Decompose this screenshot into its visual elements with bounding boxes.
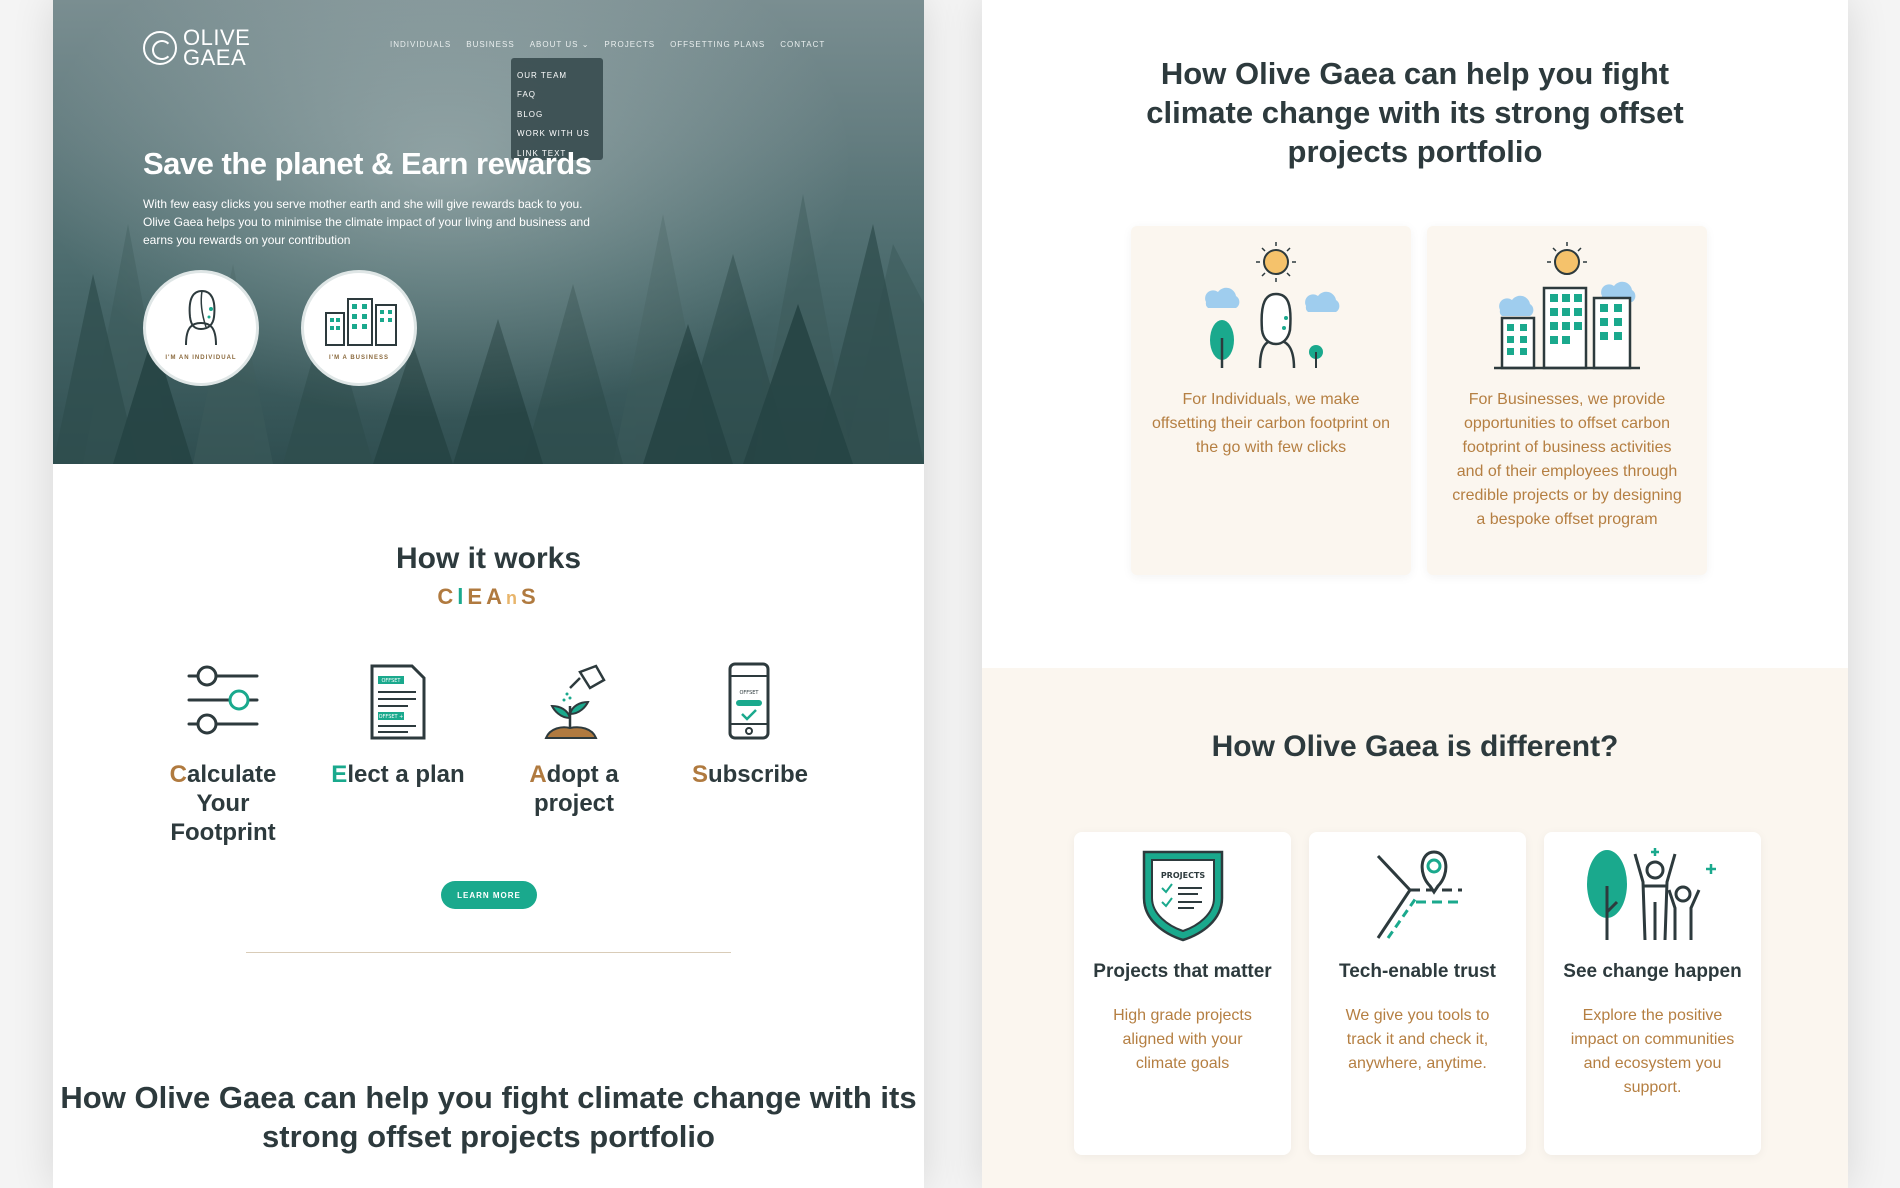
hero-section: OLIVE GAEA INDIVIDUALS BUSINESS ABOUT US… — [53, 0, 924, 464]
acronym-letter: l — [457, 584, 468, 609]
acronym-letter: S — [520, 584, 540, 609]
step-subscribe: OFFSET Subscribe — [675, 662, 825, 789]
nav-contact[interactable]: CONTACT — [780, 40, 825, 49]
section-divider — [246, 952, 731, 953]
logo-mark-icon — [143, 31, 177, 65]
step-initial: S — [691, 761, 708, 788]
plan-badge-1-text: OFFSET — [382, 678, 402, 684]
nav-business[interactable]: BUSINESS — [466, 40, 514, 49]
individual-cta-label: I'M AN INDIVIDUAL — [165, 355, 237, 361]
see-change-happen-card: See change happen Explore the positive i… — [1544, 832, 1761, 1155]
tech-card-title: Tech-enable trust — [1339, 961, 1496, 982]
learn-more-button[interactable]: LEARN MORE — [441, 881, 537, 909]
step-initial: E — [331, 761, 348, 788]
business-buildings-icon — [325, 298, 397, 346]
different-title: How Olive Gaea is different? — [1211, 730, 1619, 763]
shield-label-text: PROJECTS — [1160, 871, 1205, 880]
businesses-offer-text: For Businesses, we provide opportunities… — [1452, 391, 1682, 528]
individuals-offer-text: For Individuals, we make offsetting thei… — [1151, 391, 1391, 456]
businesses-offer-card: For Businesses, we provide opportunities… — [1427, 226, 1707, 575]
step-calculate: Calculate Your Footprint — [148, 662, 298, 847]
step-rest: dopt a project — [533, 761, 619, 817]
acronym-letter: A — [486, 584, 506, 609]
nav-offsetting-plans[interactable]: OFFSETTING PLANS — [670, 40, 765, 49]
step-adopt-label: Adopt a project — [499, 760, 649, 818]
individual-person-icon — [185, 289, 217, 346]
hero-title: Save the planet & Earn rewards — [143, 146, 592, 181]
business-with-sun-icon — [1494, 242, 1640, 370]
cleans-acronym: ClEAnS — [53, 584, 924, 610]
nav-about-us[interactable]: ABOUT US ⌄ — [530, 40, 590, 49]
phone-screen-text: OFFSET — [740, 690, 760, 696]
dropdown-item-work-with-us[interactable]: WORK WITH US — [517, 124, 597, 143]
acronym-letter: C — [437, 584, 458, 609]
about-us-dropdown-menu: OUR TEAM FAQ BLOG WORK WITH US LINK TEXT — [511, 58, 603, 160]
change-card-text: Explore the positive impact on communiti… — [1570, 1007, 1735, 1096]
step-initial: C — [169, 761, 187, 788]
step-rest: ubscribe — [707, 761, 809, 788]
individual-cta-button[interactable]: I'M AN INDIVIDUAL — [143, 270, 259, 386]
business-cta-button[interactable]: I'M A BUSINESS — [301, 270, 417, 386]
portfolio-title-preview: How Olive Gaea can help you fight climat… — [60, 1080, 917, 1154]
step-elect-plan: OFFSET OFFSET + Elect a plan — [323, 662, 473, 789]
step-rest: lect a plan — [347, 761, 465, 788]
step-rest: alculate Your Footprint — [170, 761, 277, 846]
individuals-offer-card: For Individuals, we make offsetting thei… — [1131, 226, 1411, 575]
individual-with-sun-icon — [1205, 242, 1340, 369]
logo-line-2: GAEA — [183, 45, 247, 70]
tech-enable-trust-card: Tech-enable trust We give you tools to t… — [1309, 832, 1526, 1155]
tech-card-text: We give you tools to track it and check … — [1345, 1007, 1490, 1072]
logo-wordmark: OLIVE GAEA — [183, 27, 250, 70]
projects-shield-icon: PROJECTS — [1142, 850, 1223, 942]
projects-that-matter-card: PROJECTS Projects that matter High grade… — [1074, 832, 1291, 1155]
nav-projects[interactable]: PROJECTS — [604, 40, 655, 49]
step-adopt-project: Adopt a project — [499, 662, 649, 818]
dropdown-item-faq[interactable]: FAQ — [517, 85, 597, 104]
step-initial: A — [529, 761, 547, 788]
nav-individuals[interactable]: INDIVIDUALS — [390, 40, 451, 49]
portfolio-title: How Olive Gaea can help you fight climat… — [1146, 56, 1684, 169]
sliders-icon — [187, 665, 259, 735]
olive-gaea-logo[interactable]: OLIVE GAEA — [143, 27, 250, 70]
nav-about-us-label: ABOUT US — [529, 40, 579, 49]
how-it-works-title: How it works — [395, 542, 582, 575]
location-tracking-icon — [1376, 850, 1462, 939]
chevron-down-icon: ⌄ — [581, 40, 590, 49]
dropdown-item-our-team[interactable]: OUR TEAM — [517, 66, 597, 85]
plan-badge-2-text: OFFSET + — [379, 714, 404, 720]
acronym-letter: n — [505, 588, 521, 608]
plan-document-icon: OFFSET OFFSET + — [370, 664, 426, 740]
business-cta-label: I'M A BUSINESS — [329, 355, 389, 361]
left-page-panel: OLIVE GAEA INDIVIDUALS BUSINESS ABOUT US… — [53, 0, 924, 1188]
phone-subscribe-icon: OFFSET — [728, 662, 770, 740]
acronym-letter: E — [467, 584, 487, 609]
dropdown-item-blog[interactable]: BLOG — [517, 105, 597, 124]
change-card-title: See change happen — [1563, 961, 1742, 982]
projects-card-text: High grade projects aligned with your cl… — [1113, 1007, 1252, 1072]
hero-subtitle: With few easy clicks you serve mother ea… — [143, 197, 590, 247]
step-calculate-label: Calculate Your Footprint — [148, 760, 298, 847]
watering-plant-icon — [544, 664, 606, 739]
step-subscribe-label: Subscribe — [675, 760, 825, 789]
right-page-panel: How Olive Gaea can help you fight climat… — [982, 0, 1848, 1188]
step-elect-label: Elect a plan — [323, 760, 473, 789]
community-celebration-icon — [1586, 848, 1716, 941]
main-nav: INDIVIDUALS BUSINESS ABOUT US ⌄ PROJECTS… — [390, 40, 825, 49]
projects-card-title: Projects that matter — [1093, 961, 1272, 982]
